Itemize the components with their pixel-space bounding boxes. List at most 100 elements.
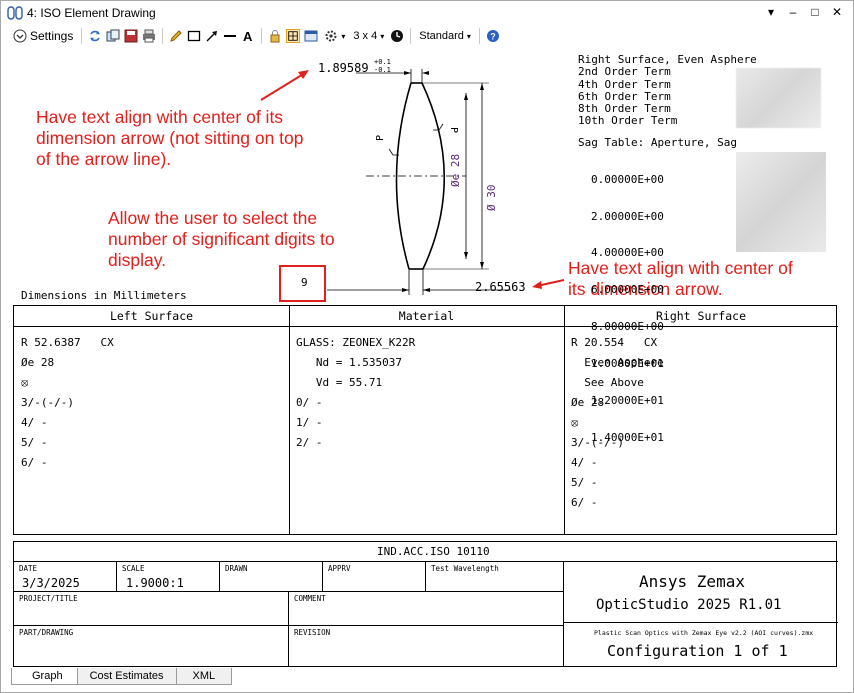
list-item: 5/ - bbox=[21, 436, 48, 449]
grid-label: 3 x 4 bbox=[353, 30, 378, 42]
minimize-button[interactable]: – bbox=[787, 5, 799, 19]
list-item: R 20.554 CX bbox=[571, 336, 658, 349]
right-surface-column: R 20.554 CX Even Asphere See Above Øe 28… bbox=[564, 327, 838, 534]
window-title: 4: ISO Element Drawing bbox=[27, 6, 156, 20]
sag-aperture: 0.00000E+00 bbox=[591, 172, 664, 186]
help-icon[interactable]: ? bbox=[486, 29, 500, 43]
grid-selector[interactable]: 3 x 4 ▾ bbox=[351, 27, 386, 45]
toolbar-separator bbox=[81, 28, 83, 44]
product-name: OpticStudio 2025 R1.01 bbox=[596, 597, 782, 613]
arrow-icon[interactable] bbox=[205, 29, 219, 43]
tab-graph[interactable]: Graph bbox=[11, 668, 78, 685]
annotation-note-text-align: Have text align with center of its dimen… bbox=[36, 107, 304, 169]
list-item: Øe 28 bbox=[571, 396, 605, 409]
left-surface-p-label: P bbox=[375, 134, 386, 141]
part-cell: PART/DRAWING bbox=[14, 626, 289, 667]
surface-table: Left Surface Material Right Surface R 52… bbox=[13, 305, 838, 535]
drawn-label: DRAWN bbox=[225, 564, 248, 573]
chevron-down-icon: ▾ bbox=[466, 31, 471, 41]
style-selector[interactable]: Standard ▾ bbox=[417, 27, 473, 45]
list-item: 2/ - bbox=[296, 436, 323, 449]
annotation-arrowhead-bottom bbox=[532, 281, 542, 289]
iso-element-drawing-window: 4: ISO Element Drawing ▾ – □ ✕ Settings … bbox=[0, 0, 854, 693]
pencil-icon[interactable] bbox=[169, 29, 183, 43]
layout-icon[interactable] bbox=[286, 29, 301, 43]
tab-xml[interactable]: XML bbox=[175, 668, 233, 685]
window-icon[interactable] bbox=[304, 29, 318, 43]
apprv-cell: APPRV bbox=[323, 562, 426, 592]
line-icon[interactable] bbox=[223, 29, 237, 43]
asphere-line: 10th Order Term bbox=[578, 114, 678, 128]
header-left-surface: Left Surface bbox=[14, 306, 289, 327]
clock-icon[interactable] bbox=[390, 29, 404, 43]
list-item: GLASS: ZEONEX_K22R bbox=[296, 336, 416, 349]
toolbar-separator bbox=[410, 28, 412, 44]
standard-cell: IND.ACC.ISO 10110 bbox=[14, 542, 838, 562]
file-cell: Plastic Scan Optics with Zemax Eye v2.2 … bbox=[564, 623, 838, 667]
sag-aperture: 6.00000E+00 bbox=[591, 283, 664, 297]
top-tolerance-minus: -0.1 bbox=[374, 66, 391, 74]
save-icon[interactable] bbox=[124, 29, 138, 43]
sag-table-title: Sag Table: Aperture, Sag bbox=[578, 135, 737, 149]
list-item: ⦻ bbox=[21, 376, 29, 389]
configuration-label: Configuration 1 of 1 bbox=[607, 642, 788, 660]
maximize-button[interactable]: □ bbox=[809, 5, 821, 19]
text-icon[interactable]: A bbox=[241, 29, 255, 43]
clear-aperture-label: Øe 28 bbox=[449, 153, 462, 187]
app-icon bbox=[7, 6, 23, 20]
sag-aperture: 4.00000E+00 bbox=[591, 246, 664, 260]
gear-icon bbox=[325, 30, 337, 42]
right-surface-p-label: P bbox=[448, 127, 459, 134]
settings-button[interactable]: Settings bbox=[11, 27, 75, 45]
list-item: 1/ - bbox=[296, 416, 323, 429]
header-material: Material bbox=[289, 306, 564, 327]
title-bar: 4: ISO Element Drawing ▾ – □ ✕ bbox=[1, 1, 853, 25]
tab-cost-estimates[interactable]: Cost Estimates bbox=[76, 668, 177, 685]
diameter-label: Ø 30 bbox=[485, 184, 498, 212]
list-item: 0/ - bbox=[296, 396, 323, 409]
list-item: 6/ - bbox=[571, 496, 598, 509]
asphere-line: 2nd Order Term bbox=[578, 65, 671, 79]
wavelength-label: Test Wavelength bbox=[431, 564, 499, 573]
drawn-cell: DRAWN bbox=[220, 562, 323, 592]
scale-cell: SCALE 1.9000:1 bbox=[117, 562, 220, 592]
scale-value: 1.9000:1 bbox=[126, 576, 184, 590]
material-column: GLASS: ZEONEX_K22R Nd = 1.535037 Vd = 55… bbox=[289, 327, 564, 534]
project-label: PROJECT/TITLE bbox=[19, 594, 78, 603]
dropdown-icon[interactable]: ▾ bbox=[765, 5, 777, 19]
annotation-note-sig-digits: Allow the user to select the number of s… bbox=[108, 208, 335, 270]
settings-label: Settings bbox=[30, 29, 74, 43]
close-button[interactable]: ✕ bbox=[831, 5, 843, 19]
iso-standard: IND.ACC.ISO 10110 bbox=[377, 545, 490, 558]
copy-icon[interactable] bbox=[106, 29, 120, 43]
drawing-canvas: 1.89589 +0.1 -0.1 2.65563 Øe 28 Ø 30 P P… bbox=[11, 47, 841, 667]
annotation-arrow-top bbox=[260, 72, 306, 101]
comment-label: COMMENT bbox=[294, 594, 326, 603]
list-item: Øe 28 bbox=[21, 356, 55, 369]
list-item: ⦻ bbox=[571, 416, 579, 429]
company-name: Ansys Zemax bbox=[639, 572, 745, 591]
lock-icon[interactable] bbox=[268, 29, 282, 43]
list-item: 5/ - bbox=[571, 476, 598, 489]
list-item: See Above bbox=[571, 376, 644, 389]
dimensions-units-label: Dimensions in Millimeters bbox=[21, 289, 187, 302]
revision-label: REVISION bbox=[294, 628, 331, 637]
toolbar-separator bbox=[261, 28, 263, 44]
apprv-label: APPRV bbox=[328, 564, 351, 573]
rectangle-icon[interactable] bbox=[187, 29, 201, 43]
date-cell: DATE 3/3/2025 bbox=[14, 562, 117, 592]
refresh-icon[interactable] bbox=[88, 29, 102, 43]
toolbar: Settings A ▾ 3 x 4 ▾ Standard ▾ ? bbox=[1, 25, 853, 47]
gear-menu[interactable]: ▾ bbox=[322, 27, 347, 45]
top-arrowhead bbox=[422, 71, 429, 75]
list-item: R 52.6387 CX bbox=[21, 336, 114, 349]
header-right-surface: Right Surface bbox=[564, 306, 838, 327]
list-item: Even Asphere bbox=[571, 356, 664, 369]
print-icon[interactable] bbox=[142, 29, 156, 43]
toolbar-separator bbox=[162, 28, 164, 44]
comment-cell: COMMENT bbox=[289, 592, 564, 626]
chevron-down-icon: ▾ bbox=[380, 31, 385, 41]
date-value: 3/3/2025 bbox=[22, 576, 80, 590]
redacted-sag-values bbox=[736, 152, 826, 252]
style-label: Standard bbox=[419, 30, 464, 42]
